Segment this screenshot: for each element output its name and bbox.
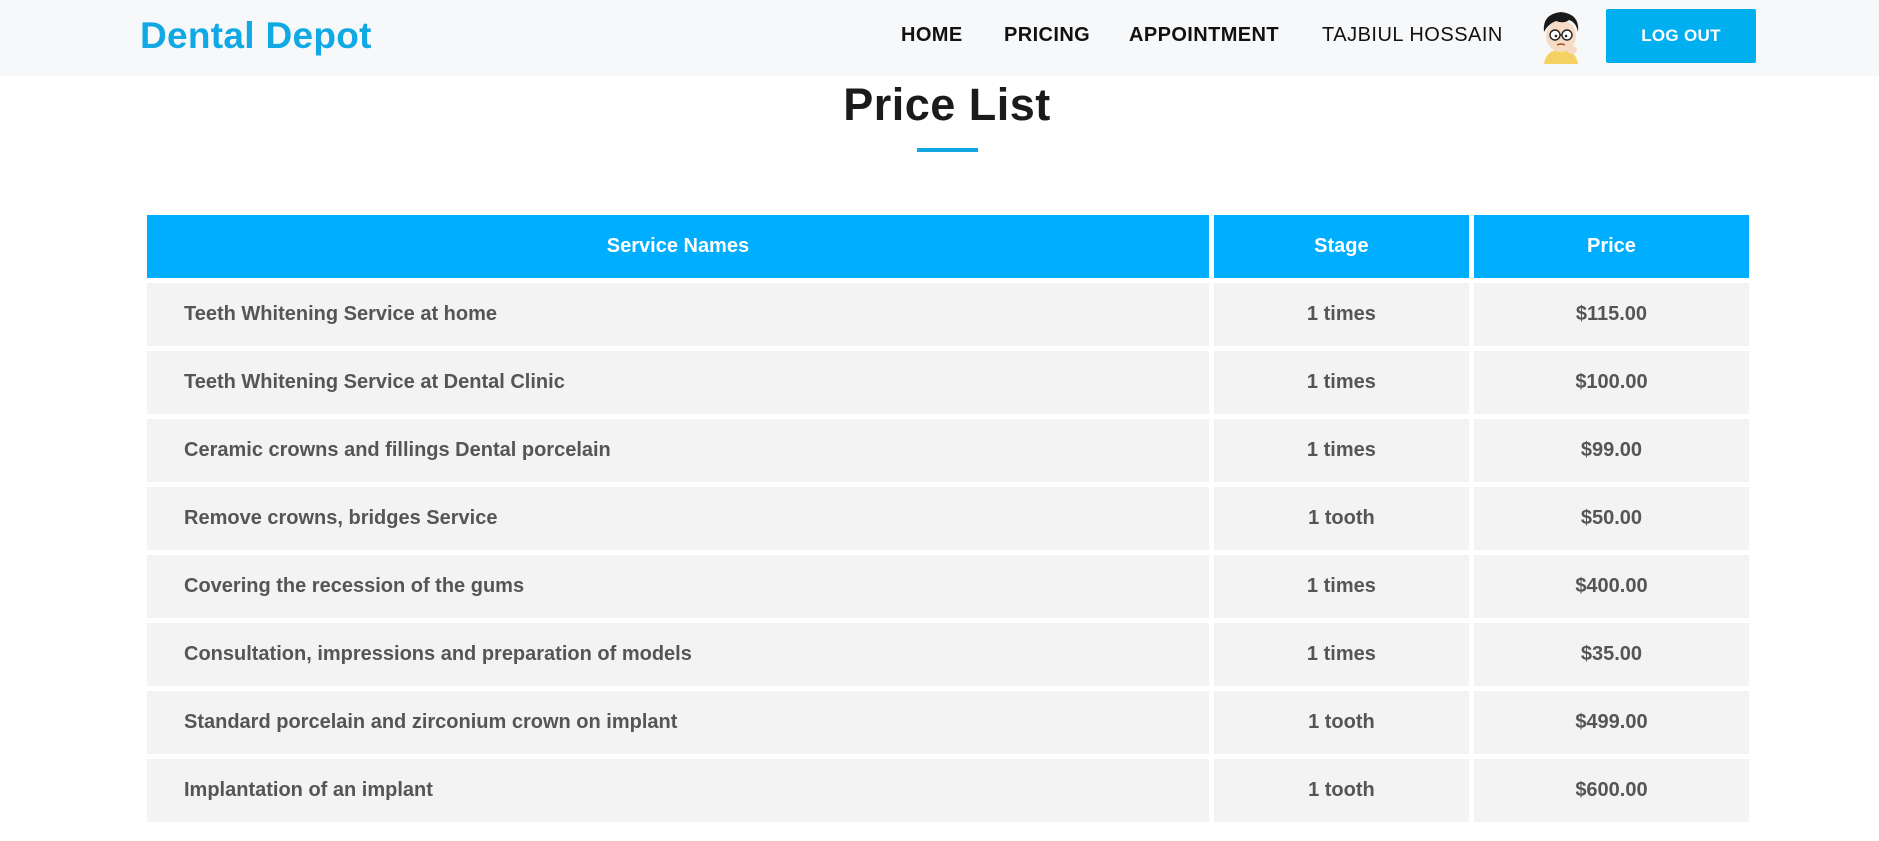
service-name-cell: Covering the recession of the gums — [147, 555, 1209, 618]
header-service-names: Service Names — [147, 215, 1209, 278]
table-row: Covering the recession of the gums 1 tim… — [147, 555, 1749, 618]
header-price: Price — [1473, 215, 1749, 278]
table-row: Remove crowns, bridges Service 1 tooth $… — [147, 487, 1749, 550]
price-cell: $99.00 — [1473, 419, 1749, 482]
service-name-cell: Teeth Whitening Service at home — [147, 283, 1209, 346]
navbar: Dental Depot HOME PRICING APPOINTMENT TA… — [0, 0, 1879, 76]
service-name-cell: Ceramic crowns and fillings Dental porce… — [147, 419, 1209, 482]
price-cell: $600.00 — [1473, 759, 1749, 822]
table-row: Standard porcelain and zirconium crown o… — [147, 691, 1749, 754]
service-name-cell: Remove crowns, bridges Service — [147, 487, 1209, 550]
price-table: Service Names Stage Price Teeth Whitenin… — [142, 210, 1754, 827]
table-row: Consultation, impressions and preparatio… — [147, 623, 1749, 686]
table-row: Implantation of an implant 1 tooth $600.… — [147, 759, 1749, 822]
service-name-cell: Consultation, impressions and preparatio… — [147, 623, 1209, 686]
table-row: Ceramic crowns and fillings Dental porce… — [147, 419, 1749, 482]
user-avatar-icon[interactable] — [1536, 6, 1586, 64]
nav-appointment-link[interactable]: APPOINTMENT — [1129, 23, 1279, 47]
service-name-cell: Standard porcelain and zirconium crown o… — [147, 691, 1209, 754]
stage-cell: 1 tooth — [1213, 691, 1469, 754]
stage-cell: 1 times — [1213, 351, 1469, 414]
nav-user-name[interactable]: TAJBIUL HOSSAIN — [1322, 23, 1503, 47]
table-header-row: Service Names Stage Price — [147, 215, 1749, 278]
title-underline — [917, 148, 978, 152]
stage-cell: 1 times — [1213, 283, 1469, 346]
price-cell: $115.00 — [1473, 283, 1749, 346]
table-row: Teeth Whitening Service at Dental Clinic… — [147, 351, 1749, 414]
page-title: Price List — [843, 79, 1051, 130]
table-row: Teeth Whitening Service at home 1 times … — [147, 283, 1749, 346]
stage-cell: 1 times — [1213, 419, 1469, 482]
price-cell: $35.00 — [1473, 623, 1749, 686]
header-stage: Stage — [1213, 215, 1469, 278]
service-name-cell: Implantation of an implant — [147, 759, 1209, 822]
stage-cell: 1 times — [1213, 555, 1469, 618]
stage-cell: 1 tooth — [1213, 487, 1469, 550]
nav-home-link[interactable]: HOME — [901, 23, 963, 47]
price-cell: $50.00 — [1473, 487, 1749, 550]
price-cell: $499.00 — [1473, 691, 1749, 754]
service-name-cell: Teeth Whitening Service at Dental Clinic — [147, 351, 1209, 414]
logout-button[interactable]: LOG OUT — [1606, 9, 1756, 63]
nav-pricing-link[interactable]: PRICING — [1004, 23, 1090, 47]
price-cell: $100.00 — [1473, 351, 1749, 414]
stage-cell: 1 times — [1213, 623, 1469, 686]
price-cell: $400.00 — [1473, 555, 1749, 618]
stage-cell: 1 tooth — [1213, 759, 1469, 822]
brand-logo[interactable]: Dental Depot — [140, 14, 372, 58]
